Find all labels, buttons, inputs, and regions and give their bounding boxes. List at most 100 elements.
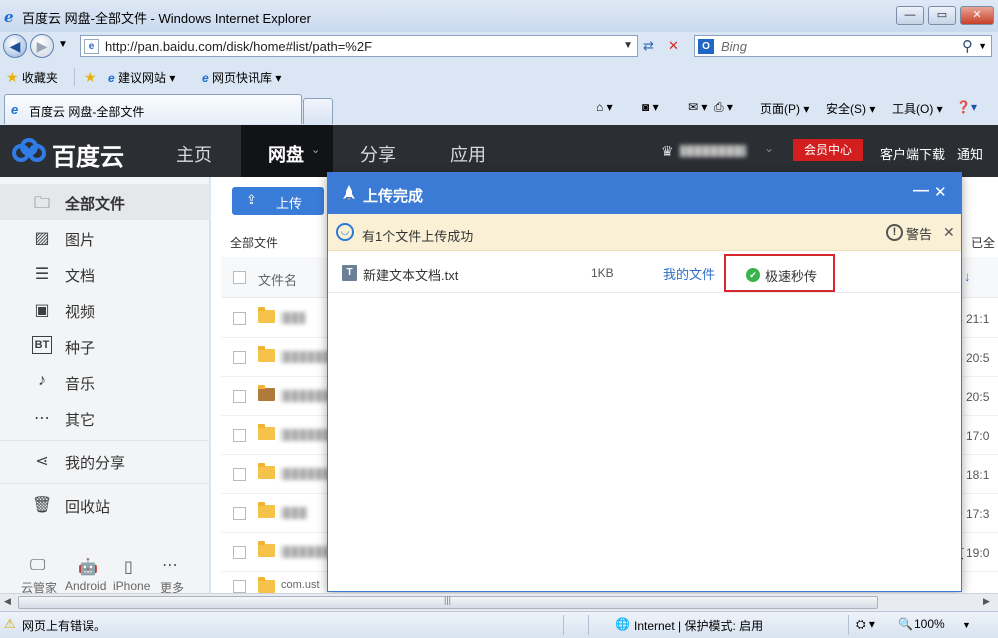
suggested-sites-link[interactable]: e 建议网站 ▾ (108, 69, 175, 86)
address-dropdown-icon[interactable]: ▼ (623, 40, 633, 51)
row-checkbox[interactable] (233, 351, 246, 364)
favorites-button[interactable]: ★ 收藏夹 (6, 69, 58, 86)
minimize-dialog-button[interactable]: — (913, 182, 929, 200)
nav-share[interactable]: 分享 (360, 141, 396, 167)
tab-active[interactable]: e 百度云 网盘-全部文件 (4, 94, 302, 124)
phone-icon[interactable]: ▯ (124, 557, 133, 577)
scroll-left-icon[interactable]: ◀ (4, 596, 11, 607)
tools-menu[interactable]: 工具(O) ▾ (892, 100, 943, 117)
zoom-dropdown-icon[interactable]: ▼ (962, 620, 971, 630)
protected-mode-icon[interactable]: ⛭ ▾ (856, 617, 875, 632)
page-favicon-icon: e (84, 39, 99, 54)
home-icon[interactable]: ⌂ ▾ (596, 100, 613, 114)
search-box[interactable]: O Bing ⚲ ▼ (694, 35, 992, 57)
feeds-icon[interactable]: ◙ ▾ (642, 100, 659, 114)
security-zone[interactable]: Internet | 保护模式: 启用 (634, 617, 763, 634)
sidebar-item-label: 回收站 (65, 499, 111, 516)
file-name-blurred[interactable] (281, 507, 307, 519)
user-dropdown-icon[interactable]: ⌄ (764, 141, 774, 155)
row-checkbox[interactable] (233, 312, 246, 325)
folder-icon (258, 346, 275, 362)
desktop-icon[interactable]: 🖵 (30, 557, 45, 575)
sidebar-item-music[interactable]: ♪ 音乐 (0, 364, 210, 400)
row-checkbox[interactable] (233, 468, 246, 481)
upload-label: 上传 (276, 196, 303, 211)
horizontal-scrollbar[interactable]: ◀ ||| ▶ (0, 593, 998, 611)
safety-menu[interactable]: 安全(S) ▾ (826, 100, 875, 117)
help-icon[interactable]: ❓▾ (956, 100, 977, 114)
sidebar-item-images[interactable]: ▨ 图片 (0, 220, 210, 256)
vip-center-button[interactable]: 会员中心 (793, 139, 863, 161)
sidebar-item-my-shares[interactable]: ⋖ 我的分享 (0, 443, 210, 479)
warning-icon[interactable]: ! (886, 224, 903, 241)
sidebar-item-videos[interactable]: ▣ 视频 (0, 292, 210, 328)
close-dialog-button[interactable]: ✕ (934, 183, 947, 201)
file-name-blurred[interactable] (281, 468, 333, 480)
row-checkbox[interactable] (233, 546, 246, 559)
suggested-sites-label: 建议网站 ▾ (118, 71, 176, 85)
breadcrumb[interactable]: 全部文件 (230, 234, 278, 251)
search-options-icon[interactable]: ▼ (978, 41, 987, 51)
search-icon[interactable]: ⚲ (962, 37, 973, 55)
back-button[interactable]: ◀ (3, 34, 27, 58)
file-name-blurred[interactable] (281, 312, 305, 324)
sort-icon[interactable]: ↓ (964, 269, 971, 284)
device-label-iphone[interactable]: iPhone (113, 579, 150, 593)
ie-page-icon: e (202, 71, 209, 85)
mail-icon[interactable]: ✉ ▾ (688, 100, 707, 114)
history-dropdown-icon[interactable]: ▼ (58, 39, 68, 50)
column-filename[interactable]: 文件名 (258, 270, 297, 289)
sidebar-item-label: 图片 (65, 232, 96, 249)
android-icon[interactable]: 🤖 (78, 557, 98, 577)
sidebar-item-torrents[interactable]: BT 种子 (0, 328, 210, 364)
more-devices-icon[interactable]: ⋯ (162, 555, 178, 575)
nav-netdisk[interactable]: 网盘 ⌄ (241, 125, 333, 177)
sidebar-item-label: 全部文件 (65, 196, 126, 213)
scrollbar-thumb[interactable]: ||| (18, 595, 878, 609)
web-slice-gallery-link[interactable]: e 网页快讯库 ▾ (202, 69, 281, 86)
client-download-link[interactable]: 客户端下载 (880, 144, 945, 163)
site-header: 百度云 主页 网盘 ⌄ 分享 应用 ♛ ⌄ 会员中心 客户端下载 通知 (0, 125, 998, 177)
address-url[interactable]: http://pan.baidu.com/disk/home#list/path… (105, 39, 372, 54)
uploaded-file-name: 新建文本文档.txt (363, 268, 459, 283)
notifications-link[interactable]: 通知 (957, 144, 983, 163)
stop-icon[interactable]: ✕ (668, 38, 679, 54)
page-menu[interactable]: 页面(P) ▾ (760, 100, 809, 117)
row-checkbox[interactable] (233, 580, 246, 593)
error-warning-icon[interactable]: ⚠ (4, 616, 16, 632)
scroll-right-icon[interactable]: ▶ (983, 596, 990, 607)
address-bar[interactable]: e http://pan.baidu.com/disk/home#list/pa… (80, 35, 638, 57)
sidebar-item-other[interactable]: ⋯ 其它 (0, 400, 210, 436)
sidebar-item-recycle-bin[interactable]: 🗑 回收站 (0, 487, 210, 523)
forward-button[interactable]: ▶ (30, 34, 54, 58)
file-name-blurred[interactable] (281, 351, 333, 363)
print-icon[interactable]: ⎙ ▾ (714, 100, 733, 115)
select-all-checkbox[interactable] (233, 271, 246, 284)
nav-home[interactable]: 主页 (176, 141, 212, 167)
more-icon: ⋯ (34, 410, 50, 427)
sidebar-item-documents[interactable]: ☰ 文档 (0, 256, 210, 292)
file-name-blurred[interactable] (281, 429, 333, 441)
status-message[interactable]: 网页上有错误。 (22, 617, 106, 634)
row-checkbox[interactable] (233, 429, 246, 442)
zoom-level[interactable]: 100% (914, 617, 945, 631)
minimize-button[interactable]: — (896, 6, 924, 25)
close-notice-icon[interactable]: ✕ (943, 224, 955, 241)
new-tab-button[interactable] (303, 98, 333, 124)
device-label-android[interactable]: Android (65, 579, 106, 593)
file-name-blurred[interactable] (281, 546, 333, 558)
file-name[interactable]: com.ust (281, 579, 320, 591)
close-window-button[interactable]: ✕ (960, 6, 994, 25)
username-blurred[interactable] (680, 145, 746, 157)
file-location-link[interactable]: 我的文件 (663, 264, 715, 283)
compat-view-icon[interactable]: ⇄ (643, 38, 654, 54)
folder-icon (258, 577, 275, 593)
warning-link[interactable]: 警告 (906, 224, 932, 243)
row-checkbox[interactable] (233, 507, 246, 520)
nav-apps[interactable]: 应用 (450, 141, 486, 167)
sidebar-item-all-files[interactable]: 🗀 全部文件 (0, 184, 210, 220)
row-checkbox[interactable] (233, 390, 246, 403)
upload-button[interactable]: ⇪ 上传 (232, 187, 324, 215)
maximize-button[interactable]: ▭ (928, 6, 956, 25)
add-favorite-icon[interactable]: ★ (84, 69, 97, 86)
